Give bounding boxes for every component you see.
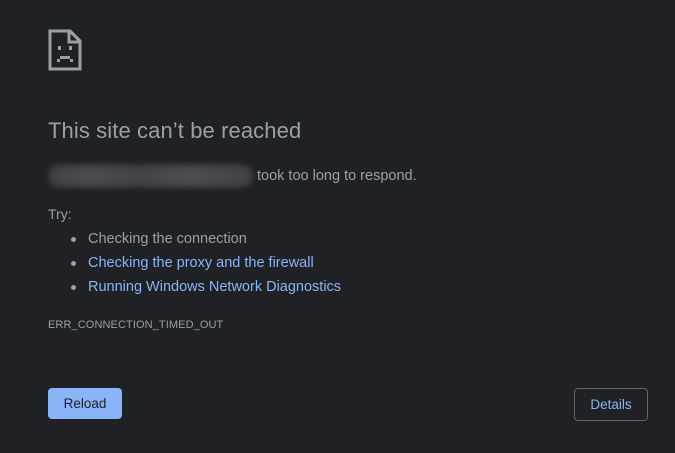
bullet-icon (71, 237, 76, 242)
network-diagnostics-link[interactable]: Running Windows Network Diagnostics (88, 279, 341, 295)
error-summary: took too long to respond. (48, 165, 417, 187)
suggestion-check-connection: Checking the connection (48, 229, 341, 253)
error-page: This site can’t be reached took too long… (0, 0, 675, 453)
bullet-icon (71, 261, 76, 266)
reload-button[interactable]: Reload (48, 388, 122, 419)
bullet-icon (71, 285, 76, 290)
page-title: This site can’t be reached (48, 118, 302, 143)
details-button[interactable]: Details (574, 388, 648, 421)
suggestion-network-diagnostics: Running Windows Network Diagnostics (48, 277, 341, 301)
redacted-hostname (48, 165, 253, 187)
error-code: ERR_CONNECTION_TIMED_OUT (48, 319, 224, 331)
suggestion-check-proxy-firewall: Checking the proxy and the firewall (48, 253, 341, 277)
suggestions-list: Checking the connection Checking the pro… (48, 229, 341, 301)
sad-page-icon (48, 29, 82, 71)
check-proxy-firewall-link[interactable]: Checking the proxy and the firewall (88, 255, 314, 271)
try-label: Try: (48, 206, 72, 222)
suggestion-label: Checking the connection (88, 231, 247, 247)
error-summary-text: took too long to respond. (257, 168, 417, 184)
